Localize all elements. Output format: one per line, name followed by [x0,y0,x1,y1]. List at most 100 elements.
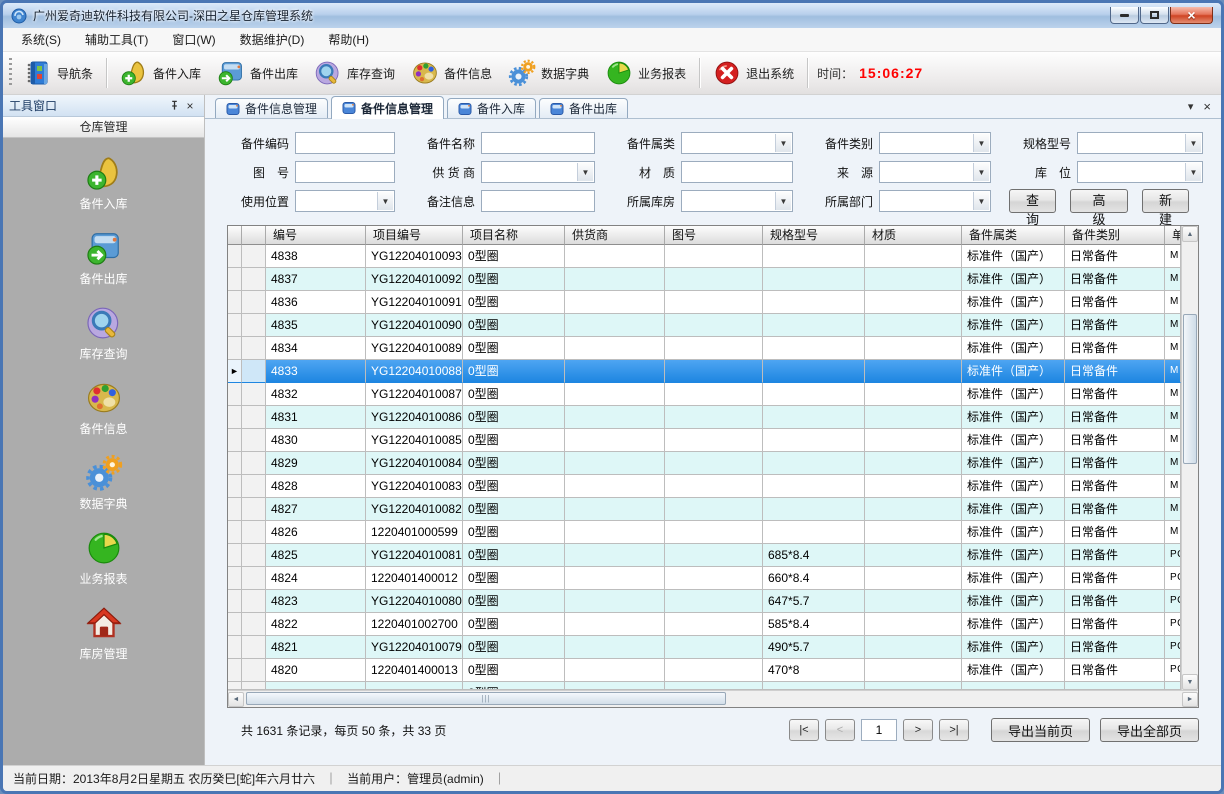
menu-item[interactable]: 帮助(H) [316,28,381,51]
table-row[interactable]: 4836YG122040100910型圈标准件（国产）日常备件M [228,291,1181,314]
sidebar-biz-report[interactable]: 业务报表 [3,529,204,587]
row-header-cell[interactable] [242,268,266,291]
toolbar-data-dict[interactable]: 数据字典 [500,55,597,91]
menu-item[interactable]: 窗口(W) [160,28,227,51]
toolbar-navbar[interactable]: 导航条 [16,55,101,91]
scroll-down-icon[interactable]: ▼ [1182,674,1198,690]
table-row[interactable]: 482212204010027000型圈585*8.4标准件（国产）日常备件PC [228,613,1181,636]
scroll-right-icon[interactable]: ► [1182,692,1198,707]
column-header[interactable]: 规格型号 [763,226,865,245]
sidebar-part-in[interactable]: 备件入库 [3,154,204,212]
tab-close-icon[interactable]: × [1203,99,1211,114]
scroll-up-icon[interactable]: ▲ [1182,226,1198,242]
row-header-cell[interactable] [242,314,266,337]
table-row[interactable]: 4827YG122040100820型圈标准件（国产）日常备件M [228,498,1181,521]
row-header-cell[interactable] [242,337,266,360]
table-row[interactable]: 4829YG122040100840型圈标准件（国产）日常备件M [228,452,1181,475]
advanced-query-button[interactable]: 高级查询 [1070,189,1128,213]
table-row[interactable]: 482412204014000120型圈660*8.4标准件（国产）日常备件PC [228,567,1181,590]
table-row[interactable]: 4830YG122040100850型圈标准件（国产）日常备件M [228,429,1181,452]
search-material[interactable] [681,161,793,183]
search-part-name[interactable] [481,132,595,154]
row-header-cell[interactable] [242,682,266,690]
table-row[interactable]: 482012204014000130型圈470*8标准件（国产）日常备件PC [228,659,1181,682]
close-button[interactable]: × [1170,7,1213,24]
sidebar-warehouse-mgmt[interactable]: 库房管理 [3,604,204,662]
export-all-pages-button[interactable]: 导出全部页 [1100,718,1199,742]
last-page-button[interactable]: >| [939,719,969,741]
table-row[interactable]: 4828YG122040100830型圈标准件（国产）日常备件M [228,475,1181,498]
search-location[interactable]: ▼ [1077,161,1203,183]
export-current-page-button[interactable]: 导出当前页 [991,718,1090,742]
tab[interactable]: 备件入库 [447,98,536,118]
row-header-cell[interactable] [242,291,266,314]
row-header-cell[interactable] [242,636,266,659]
row-header-cell[interactable] [242,567,266,590]
row-header-cell[interactable] [242,383,266,406]
table-row[interactable]: ►4833YG122040100880型圈标准件（国产）日常备件M [228,360,1181,383]
tab-list-dropdown-icon[interactable]: ▾ [1188,100,1194,113]
sidebar-data-dict[interactable]: 数据字典 [3,454,204,512]
vertical-scroll-thumb[interactable] [1183,314,1197,464]
tab[interactable]: 备件信息管理 [215,98,328,118]
menu-item[interactable]: 数据维护(D) [228,28,317,51]
scroll-left-icon[interactable]: ◄ [228,692,244,707]
row-header-cell[interactable] [242,590,266,613]
search-part-type[interactable]: ▼ [879,132,991,154]
table-row[interactable]: 4838YG122040100930型圈标准件（国产）日常备件M [228,245,1181,268]
column-header[interactable]: 供货商 [565,226,665,245]
search-part-category[interactable]: ▼ [681,132,793,154]
row-header-cell[interactable] [242,544,266,567]
column-header[interactable]: 图号 [665,226,763,245]
sidebar-stock-query[interactable]: 库存查询 [3,304,204,362]
row-header-cell[interactable] [242,452,266,475]
toolbar-exit[interactable]: 退出系统 [705,55,802,91]
search-part-code[interactable] [295,132,395,154]
search-source[interactable]: ▼ [879,161,991,183]
tab[interactable]: 备件出库 [539,98,628,118]
column-header[interactable]: 项目名称 [463,226,565,245]
table-row[interactable]: 4834YG122040100890型圈标准件（国产）日常备件M [228,337,1181,360]
column-header[interactable]: 单位 [1165,226,1181,245]
column-header[interactable]: 备件类别 [1065,226,1165,245]
tool-window-close-icon[interactable]: × [182,99,198,113]
menu-item[interactable]: 辅助工具(T) [73,28,160,51]
menu-item[interactable]: 系统(S) [9,28,73,51]
table-row[interactable]: 4831YG122040100860型圈标准件（国产）日常备件M [228,406,1181,429]
sidebar-part-info[interactable]: 备件信息 [3,379,204,437]
row-header-cell[interactable] [242,429,266,452]
row-header-cell[interactable] [242,659,266,682]
table-row[interactable]: 4832YG122040100870型圈标准件（国产）日常备件M [228,383,1181,406]
maximize-button[interactable] [1140,7,1169,24]
toolbar-biz-report[interactable]: 业务报表 [597,55,694,91]
toolbar-stock-query[interactable]: 库存查询 [306,55,403,91]
page-number-input[interactable] [861,719,897,741]
column-header[interactable]: 备件属类 [962,226,1065,245]
toolbar-grip[interactable] [9,58,12,88]
vertical-scrollbar[interactable]: ▲ ▼ [1181,226,1198,690]
tab-active[interactable]: 备件信息管理 [331,96,444,119]
pin-icon[interactable] [166,100,182,111]
table-row[interactable]: 482612204010005990型圈标准件（国产）日常备件M [228,521,1181,544]
row-header-cell[interactable] [242,521,266,544]
query-button[interactable]: 查询 [1009,189,1056,213]
search-supplier[interactable]: ▼ [481,161,595,183]
row-header-cell[interactable] [242,360,266,383]
table-row[interactable]: 4837YG122040100920型圈标准件（国产）日常备件M [228,268,1181,291]
new-button[interactable]: 新建 [1142,189,1189,213]
column-header[interactable]: 材质 [865,226,962,245]
search-drawing-no[interactable] [295,161,395,183]
next-page-button[interactable]: > [903,719,933,741]
table-row[interactable]: 4835YG122040100900型圈标准件（国产）日常备件M [228,314,1181,337]
minimize-button[interactable] [1110,7,1139,24]
horizontal-scroll-track[interactable]: ||| [244,691,1182,707]
row-header-cell[interactable] [242,245,266,268]
toolbar-part-out[interactable]: 备件出库 [209,55,306,91]
column-header[interactable]: 项目编号 [366,226,463,245]
vertical-scroll-track[interactable] [1182,242,1198,674]
row-header-cell[interactable] [242,613,266,636]
row-header-cell[interactable] [242,498,266,521]
table-row[interactable]: 4823YG122040100800型圈647*5.7标准件（国产）日常备件PC [228,590,1181,613]
column-header[interactable]: 编号 [266,226,366,245]
search-spec-model[interactable]: ▼ [1077,132,1203,154]
